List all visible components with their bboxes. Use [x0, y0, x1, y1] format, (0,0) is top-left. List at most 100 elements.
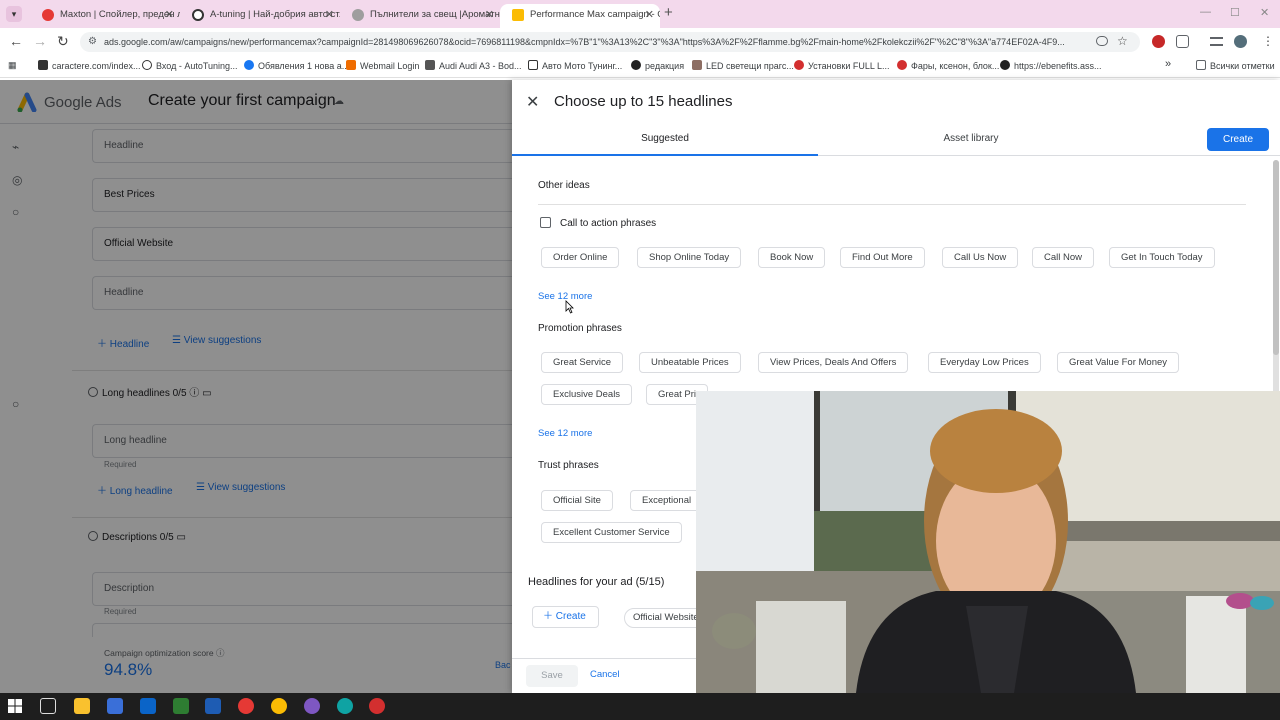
bookmark-item[interactable]: Обявления 1 нова а... [244, 60, 349, 71]
reload-icon[interactable]: ↻ [57, 33, 69, 50]
outlook-icon[interactable] [140, 698, 156, 714]
bookmark-favicon-icon [794, 60, 804, 70]
browser-tab[interactable]: Пълнители за свещ |Ароматни... ✕ [340, 4, 500, 28]
reading-list-icon[interactable] [1210, 37, 1223, 46]
folder-icon [1196, 60, 1206, 70]
suggestion-chip[interactable]: Unbeatable Prices [639, 352, 741, 373]
apps-grid-icon[interactable]: ▦ [8, 60, 17, 71]
cancel-button[interactable]: Cancel [590, 669, 620, 680]
store-icon[interactable] [107, 698, 123, 714]
suggestion-chip[interactable]: Exclusive Deals [541, 384, 633, 405]
app-icon[interactable] [173, 698, 189, 714]
bookmark-item[interactable]: Установки FULL L... [794, 60, 890, 71]
suggestion-chip[interactable]: Excellent Customer Service [541, 522, 682, 543]
webmail-icon [346, 60, 356, 70]
suggestion-chip[interactable]: Order Online [541, 247, 620, 268]
site-info-icon[interactable]: ⚙ [88, 32, 97, 52]
bookmark-item[interactable]: Webmail Login [346, 60, 419, 71]
tab-close-icon[interactable]: ✕ [645, 4, 654, 26]
bookmark-label: Установки FULL L... [808, 61, 890, 71]
bookmark-item[interactable]: Авто Мото Тунинг... [528, 60, 622, 71]
site-favicon-icon [352, 9, 364, 21]
browser-menu-icon[interactable]: ⋮ [1262, 34, 1274, 48]
forward-arrow-icon[interactable]: → [33, 33, 47, 49]
site-favicon-icon [42, 9, 54, 21]
tab-close-icon[interactable]: ✕ [325, 4, 334, 26]
all-bookmarks-label: Всички отметки [1210, 61, 1275, 71]
save-button[interactable]: Save [526, 665, 578, 687]
recorder-icon[interactable] [369, 698, 385, 714]
viber-icon[interactable] [304, 698, 320, 714]
suggestion-chip[interactable]: Call Us Now [942, 247, 1019, 268]
suggestion-chip[interactable]: Great Value For Money [1057, 352, 1180, 373]
tab-asset-library[interactable]: Asset library [818, 133, 1124, 144]
chrome-icon[interactable] [238, 698, 254, 714]
maximize-icon[interactable]: ☐ [1230, 6, 1240, 19]
bookmark-star-icon[interactable]: ☆ [1117, 34, 1128, 48]
bookmark-item[interactable]: https://ebenefits.ass... [1000, 60, 1102, 71]
bookmark-item[interactable]: Вход - AutoTuning... [142, 60, 238, 71]
windows-start-icon[interactable] [7, 698, 23, 714]
new-tab-button[interactable]: + [664, 4, 673, 21]
word-icon[interactable] [205, 698, 221, 714]
bookmark-label: Audi Audi A3 - Bod... [439, 61, 522, 71]
address-bar[interactable]: ⚙ ads.google.com/aw/campaigns/new/perfor… [80, 32, 1140, 52]
browser-tab[interactable]: Maxton | Спойлер, преден ли... ✕ [30, 4, 180, 28]
chrome-icon[interactable] [271, 698, 287, 714]
tab-close-icon[interactable]: ✕ [485, 4, 494, 26]
bookmark-item[interactable]: редакция [631, 60, 684, 71]
suggestion-chip[interactable]: Everyday Low Prices [928, 352, 1041, 373]
eye-slash-icon[interactable] [1096, 36, 1108, 46]
suggestion-chip[interactable]: Get In Touch Today [1109, 247, 1215, 268]
call-to-action-checkbox[interactable] [540, 217, 551, 228]
bookmark-label: LED светещи прагс... [706, 61, 794, 71]
back-arrow-icon[interactable]: ← [9, 33, 23, 49]
extension-icon[interactable] [1152, 35, 1165, 48]
browser-tab[interactable]: A-tuning | Най-добрия авто ст... ✕ [180, 4, 340, 28]
suggestion-chip[interactable]: Shop Online Today [637, 247, 742, 268]
modal-scrim[interactable] [0, 80, 512, 693]
all-bookmarks-folder[interactable]: Всички отметки [1196, 60, 1275, 71]
profile-avatar-icon[interactable] [1234, 35, 1247, 48]
google-ads-favicon-icon [512, 9, 524, 21]
promotion-phrases-label: Promotion phrases [538, 323, 622, 334]
active-tab-indicator [512, 154, 818, 156]
suggestion-chip[interactable]: Call Now [1032, 247, 1095, 268]
browser-tab-bar: ▾ Maxton | Спойлер, преден ли... ✕ A-tun… [0, 0, 1280, 28]
tab-suggested[interactable]: Suggested [512, 133, 818, 144]
see-more-link[interactable]: See 12 more [538, 428, 592, 439]
webcam-overlay [696, 391, 1280, 693]
windows-taskbar [0, 693, 1280, 720]
suggestion-chip[interactable]: Exceptional [630, 490, 704, 511]
bookmark-label: Фары, ксенон, блок... [911, 61, 1000, 71]
edge-icon[interactable] [337, 698, 353, 714]
extensions-puzzle-icon[interactable] [1176, 35, 1189, 48]
bookmark-label: Webmail Login [360, 61, 420, 71]
suggestion-chip[interactable]: View Prices, Deals And Offers [758, 352, 909, 373]
bookmark-item[interactable]: caractere.com/index... [38, 60, 141, 71]
tab-search-button[interactable]: ▾ [6, 6, 22, 22]
bookmark-favicon-icon [631, 60, 641, 70]
minimize-icon[interactable]: — [1200, 6, 1211, 18]
bookmark-favicon-icon [692, 60, 702, 70]
create-button[interactable]: Create [1207, 128, 1269, 151]
browser-tab-active[interactable]: Performance Max campaign - G... ✕ [500, 4, 660, 28]
task-view-icon[interactable] [40, 698, 56, 714]
suggestion-chip[interactable]: Find Out More [840, 247, 925, 268]
bookmarks-overflow-button[interactable]: » [1165, 58, 1171, 70]
suggestion-chip[interactable]: Official Site [541, 490, 613, 511]
bookmark-label: Вход - AutoTuning... [156, 61, 238, 71]
url-text: ads.google.com/aw/campaigns/new/performa… [104, 37, 1065, 47]
close-icon[interactable]: ✕ [526, 92, 539, 112]
suggestion-chip[interactable]: Great Service [541, 352, 624, 373]
file-explorer-icon[interactable] [74, 698, 90, 714]
close-window-icon[interactable]: ✕ [1260, 6, 1269, 19]
bookmark-item[interactable]: Audi Audi A3 - Bod... [425, 60, 522, 71]
bookmark-favicon-icon [528, 60, 538, 70]
suggestion-chip[interactable]: Book Now [758, 247, 826, 268]
scrollbar-thumb[interactable] [1273, 160, 1279, 355]
bookmark-item[interactable]: LED светещи прагс... [692, 60, 794, 71]
bookmark-item[interactable]: Фары, ксенон, блок... [897, 60, 999, 71]
add-headline-create-button[interactable]: ＋ Create [532, 606, 599, 628]
tab-close-icon[interactable]: ✕ [165, 4, 174, 26]
